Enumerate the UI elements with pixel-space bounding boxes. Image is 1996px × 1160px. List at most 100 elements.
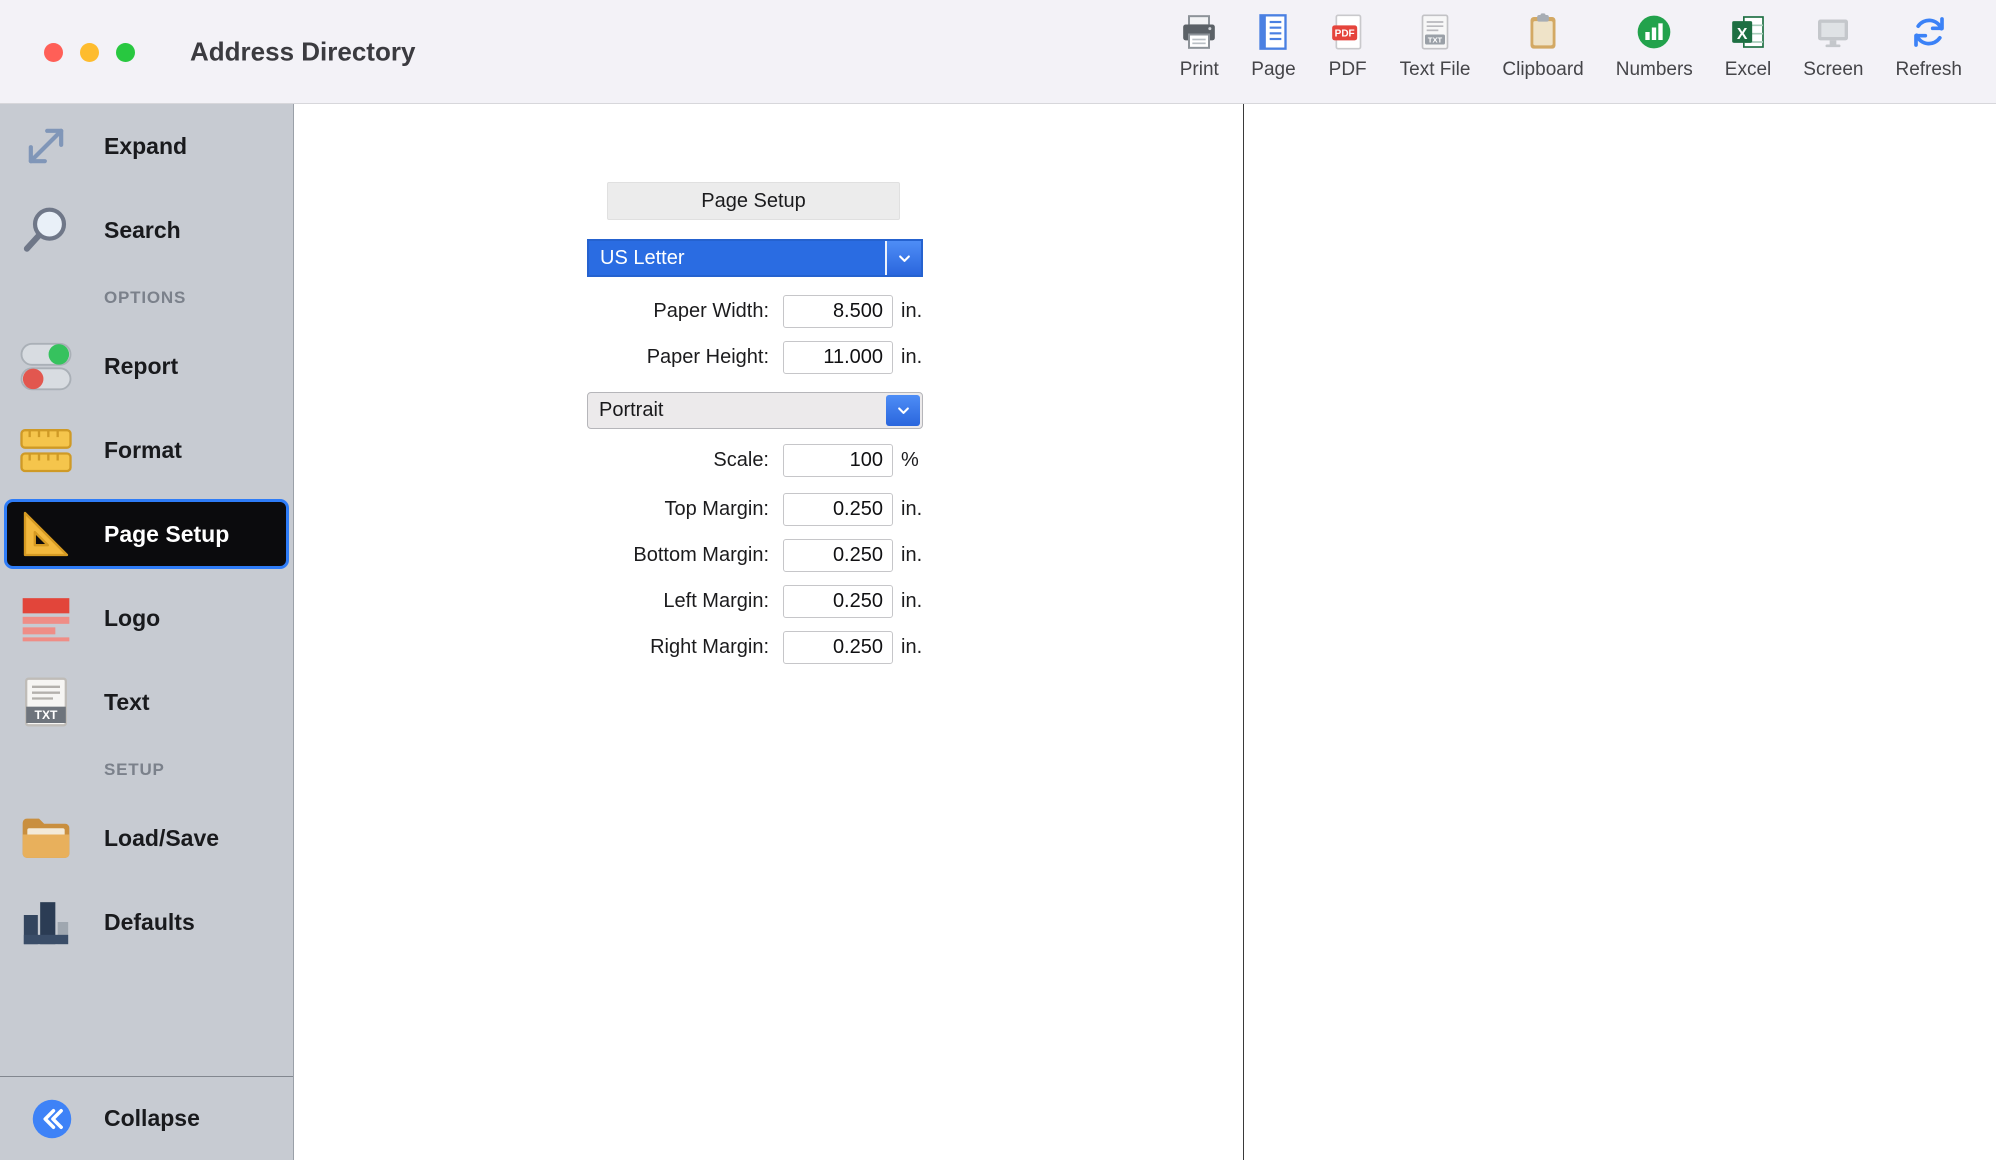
toolbar-button-pdf[interactable]: PDF PDF <box>1328 12 1368 81</box>
sidebar-item-label: Report <box>104 353 178 380</box>
sidebar-item-defaults[interactable]: Defaults <box>0 880 293 964</box>
orientation-value: Portrait <box>588 393 884 428</box>
page-setup-triangle-icon <box>18 506 74 562</box>
refresh-icon <box>1909 12 1949 52</box>
sidebar-item-page-setup[interactable]: Page Setup <box>4 499 289 569</box>
sidebar-item-format[interactable]: Format <box>0 408 293 492</box>
sidebar-item-text[interactable]: TXTText <box>0 660 293 744</box>
left-margin-row: Left Margin: in. <box>587 585 947 618</box>
pdf-icon: PDF <box>1328 12 1368 52</box>
sidebar-section-label: OPTIONS <box>104 288 186 308</box>
sidebar-items: Expand Search OPTIONS Report Format Page Setu… <box>0 104 293 964</box>
sidebar-item-logo[interactable]: Logo <box>0 576 293 660</box>
toolbar-button-page[interactable]: Page <box>1251 12 1295 81</box>
paper-width-input[interactable] <box>783 295 893 328</box>
paper-height-input[interactable] <box>783 341 893 374</box>
paper-width-unit: in. <box>901 300 922 323</box>
left-margin-label: Left Margin: <box>587 590 769 613</box>
paper-height-row: Paper Height: in. <box>587 341 947 374</box>
bottom-margin-row: Bottom Margin: in. <box>587 539 947 572</box>
toolbar-button-screen[interactable]: Screen <box>1803 12 1863 81</box>
orientation-dropdown[interactable]: Portrait <box>587 392 923 429</box>
right-margin-input[interactable] <box>783 631 893 664</box>
toolbar-label: Numbers <box>1616 59 1693 81</box>
sidebar-item-collapse[interactable]: Collapse <box>0 1076 293 1160</box>
chevron-down-icon <box>894 401 913 420</box>
paper-width-row: Paper Width: in. <box>587 295 947 328</box>
app-window: Address Directory Print Page PDF PDF TXTText… <box>0 0 1996 1160</box>
defaults-icon <box>18 894 74 950</box>
right-margin-label: Right Margin: <box>587 636 769 659</box>
page-setup-form: Page Setup US Letter Paper Width:in.Pape… <box>587 182 947 664</box>
screen-icon <box>1813 12 1853 52</box>
sidebar-item-expand[interactable]: Expand <box>0 104 293 188</box>
format-ruler-icon <box>18 422 74 478</box>
clipboard-icon <box>1523 12 1563 52</box>
title-bar: Address Directory Print Page PDF PDF TXTText… <box>0 0 1996 104</box>
toolbar-label: PDF <box>1329 59 1367 81</box>
toolbar-label: Page <box>1251 59 1295 81</box>
left-margin-unit: in. <box>901 590 922 613</box>
margin-fields: Scale:%Top Margin:in.Bottom Margin:in.Le… <box>587 444 947 664</box>
svg-text:TXT: TXT <box>1428 35 1443 44</box>
minimize-window-button[interactable] <box>80 43 99 62</box>
report-toggles-icon <box>18 338 74 394</box>
sidebar-item-search[interactable]: Search <box>0 188 293 272</box>
bottom-margin-unit: in. <box>901 544 922 567</box>
sidebar-item-load-save[interactable]: Load/Save <box>0 796 293 880</box>
window-controls <box>44 43 135 62</box>
paper-width-label: Paper Width: <box>587 300 769 323</box>
numbers-icon <box>1634 12 1674 52</box>
svg-text:TXT: TXT <box>35 708 58 722</box>
toolbar-button-print[interactable]: Print <box>1179 12 1219 81</box>
chevron-down-icon <box>895 249 914 268</box>
paper-size-dropdown[interactable]: US Letter <box>587 239 923 277</box>
orientation-dropdown-button[interactable] <box>886 395 920 426</box>
paper-height-label: Paper Height: <box>587 346 769 369</box>
right-margin-unit: in. <box>901 636 922 659</box>
collapse-label: Collapse <box>104 1105 200 1132</box>
expand-icon <box>18 118 74 174</box>
toolbar-button-refresh[interactable]: Refresh <box>1895 12 1962 81</box>
collapse-icon <box>30 1097 74 1141</box>
scale-row: Scale:% <box>587 444 947 477</box>
scale-input[interactable] <box>783 444 893 477</box>
paper-size-dropdown-button[interactable] <box>885 241 921 275</box>
page-setup-header: Page Setup <box>607 182 900 220</box>
toolbar-button-excel[interactable]: XExcel <box>1725 12 1771 81</box>
sidebar-item-label: Defaults <box>104 909 195 936</box>
printer-icon <box>1179 12 1219 52</box>
toolbar-button-text-file[interactable]: TXTText File <box>1400 12 1471 81</box>
bottom-margin-input[interactable] <box>783 539 893 572</box>
left-margin-input[interactable] <box>783 585 893 618</box>
toolbar-button-clipboard[interactable]: Clipboard <box>1502 12 1583 81</box>
toolbar-label: Print <box>1180 59 1219 81</box>
scale-unit: % <box>901 449 919 472</box>
text-document-icon: TXT <box>18 674 74 730</box>
sidebar-item-label: Search <box>104 217 181 244</box>
search-icon <box>18 202 74 258</box>
main-content: Page Setup US Letter Paper Width:in.Pape… <box>294 104 1996 1160</box>
top-margin-label: Top Margin: <box>587 498 769 521</box>
sidebar-item-label: Format <box>104 437 182 464</box>
bottom-margin-label: Bottom Margin: <box>587 544 769 567</box>
window-title: Address Directory <box>190 36 415 67</box>
sidebar-item-label: Expand <box>104 133 187 160</box>
toolbar-label: Screen <box>1803 59 1863 81</box>
close-window-button[interactable] <box>44 43 63 62</box>
zoom-window-button[interactable] <box>116 43 135 62</box>
sidebar-item-report[interactable]: Report <box>0 324 293 408</box>
paper-height-unit: in. <box>901 346 922 369</box>
toolbar-button-numbers[interactable]: Numbers <box>1616 12 1693 81</box>
top-margin-input[interactable] <box>783 493 893 526</box>
svg-text:X: X <box>1737 26 1748 43</box>
sidebar-item-label: Page Setup <box>104 521 229 548</box>
page-icon <box>1253 12 1293 52</box>
excel-icon: X <box>1728 12 1768 52</box>
sidebar: Expand Search OPTIONS Report Format Page Setu… <box>0 104 294 1160</box>
vertical-divider <box>1243 104 1244 1160</box>
app-body: Expand Search OPTIONS Report Format Page Setu… <box>0 104 1996 1160</box>
svg-text:PDF: PDF <box>1334 29 1354 40</box>
text-file-icon: TXT <box>1415 12 1455 52</box>
sidebar-item-label: Load/Save <box>104 825 219 852</box>
